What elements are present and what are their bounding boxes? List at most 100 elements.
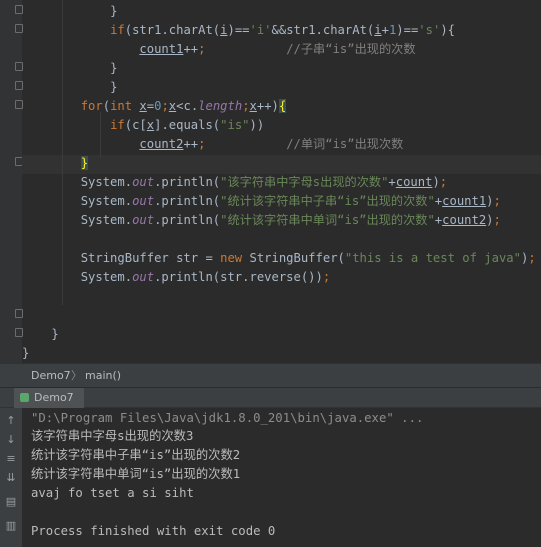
code-token: count2: [442, 213, 487, 227]
code-token: count: [395, 175, 433, 189]
code-token: }: [22, 346, 30, 360]
console-output-line: avaj fo tset a si siht: [31, 486, 194, 500]
code-token: 's': [418, 23, 441, 37]
console-toolbar: ↑ ↓ ≡ ⇊ ▤ ▥: [0, 408, 22, 547]
code-token: out: [132, 175, 155, 189]
breadcrumb-class[interactable]: Demo7: [31, 364, 71, 387]
editor-gutter[interactable]: [0, 0, 23, 363]
code-token: ].equals(: [154, 118, 221, 132]
breadcrumb: Demo7 〉 main(): [0, 363, 541, 387]
print-icon[interactable]: ▤: [5, 496, 17, 508]
code-line[interactable]: System.out.println("统计该字符串中子串“is”出现的次数"+…: [22, 192, 501, 211]
code-token: }: [110, 80, 118, 94]
code-token: ;: [528, 251, 536, 265]
code-token: )==: [227, 23, 250, 37]
code-token: StringBuffer(: [249, 251, 345, 265]
code-token: for: [80, 99, 103, 113]
run-toolwindow-header: Demo7: [0, 387, 541, 408]
code-line[interactable]: if(c[x].equals("is")): [22, 116, 264, 135]
code-line[interactable]: }: [22, 325, 58, 344]
code-token: x: [249, 99, 257, 113]
breadcrumb-method[interactable]: main(): [85, 364, 121, 387]
arrow-down-icon[interactable]: ↓: [5, 434, 17, 446]
code-line[interactable]: for(int x=0;x<c.length;x++){: [22, 97, 287, 116]
code-token: System.: [80, 270, 133, 284]
code-token: }: [110, 4, 118, 18]
code-token: <c.: [176, 99, 199, 113]
code-token: +: [388, 175, 396, 189]
code-line[interactable]: if(str1.charAt(i)=='i'&&str1.charAt(i+1)…: [22, 21, 455, 40]
code-token: )==: [396, 23, 419, 37]
code-token: x: [139, 99, 147, 113]
code-token: ): [486, 194, 494, 208]
code-token: (c[: [124, 118, 147, 132]
code-editor[interactable]: } if(str1.charAt(i)=='i'&&str1.charAt(i+…: [0, 0, 541, 363]
console-output-line: 统计该字符串中子串“is”出现的次数2: [31, 448, 241, 462]
code-token: out: [132, 270, 155, 284]
scroll-to-end-icon[interactable]: ⇊: [5, 472, 17, 484]
code-token: .println(: [154, 194, 221, 208]
code-token: StringBuffer str =: [80, 251, 221, 265]
console-command: "D:\Program Files\Java\jdk1.8.0_201\bin\…: [31, 411, 424, 425]
console-panel[interactable]: ↑ ↓ ≡ ⇊ ▤ ▥ "D:\Program Files\Java\jdk1.…: [0, 408, 541, 547]
code-token: ;: [493, 213, 501, 227]
code-token: "this is a test of java": [344, 251, 521, 265]
code-line[interactable]: }: [22, 59, 117, 78]
code-token: //单词“is”出现次数: [286, 137, 404, 151]
code-line[interactable]: System.out.println(str.reverse());: [22, 268, 331, 287]
code-token: if: [110, 23, 125, 37]
code-token: x: [146, 118, 155, 132]
code-token: "统计该字符串中子串“is”出现的次数": [220, 194, 435, 208]
code-token: System.: [80, 213, 133, 227]
code-token: int: [110, 99, 140, 113]
code-token: ;: [161, 99, 169, 113]
code-token: 'i': [249, 23, 272, 37]
fold-marker-icon[interactable]: [15, 309, 23, 318]
code-line[interactable]: }: [22, 78, 117, 97]
code-token: (str1.charAt(: [124, 23, 221, 37]
code-token: ++: [183, 137, 199, 151]
arrow-up-icon[interactable]: ↑: [5, 415, 17, 427]
code-token: "该字符串中字母s出现的次数": [220, 175, 389, 189]
soft-wrap-icon[interactable]: ≡: [5, 453, 17, 465]
code-token: System.: [80, 175, 133, 189]
code-token: ;: [322, 270, 331, 284]
run-config-icon: [20, 393, 29, 402]
code-token: length: [198, 99, 243, 113]
code-token: "统计该字符串中单词“is”出现的次数": [220, 213, 435, 227]
code-line[interactable]: }: [22, 2, 117, 21]
code-line[interactable]: System.out.println("统计该字符串中单词“is”出现的次数"+…: [22, 211, 501, 230]
run-tab[interactable]: Demo7: [14, 388, 84, 408]
code-token: ++): [256, 99, 279, 113]
code-token: }: [110, 61, 118, 75]
code-token: if: [110, 118, 125, 132]
code-line[interactable]: count1++; //子串“is”出现的次数: [22, 40, 416, 59]
code-token: &&str1.charAt(: [271, 23, 375, 37]
code-token: new: [220, 251, 250, 265]
code-token: ;: [439, 175, 448, 189]
code-token: )): [249, 118, 265, 132]
code-token: out: [132, 194, 155, 208]
code-token: ): [486, 213, 494, 227]
code-line[interactable]: System.out.println("该字符串中字母s出现的次数"+count…: [22, 173, 447, 192]
code-token: System.: [80, 194, 133, 208]
code-token: ;: [242, 99, 250, 113]
code-token: .println(: [154, 213, 221, 227]
run-tab-label: Demo7: [34, 391, 74, 404]
code-token: ++: [183, 42, 199, 56]
breadcrumb-separator-icon: 〉: [71, 369, 82, 382]
code-line[interactable]: StringBuffer str = new StringBuffer("thi…: [22, 249, 536, 268]
code-token: ): [432, 175, 440, 189]
trash-icon[interactable]: ▥: [5, 520, 17, 532]
code-token: count1: [139, 42, 184, 56]
code-token: {: [278, 99, 287, 113]
code-token: //子串“is”出现的次数: [286, 42, 416, 56]
code-line[interactable]: }: [22, 344, 29, 363]
console-exit-message: Process finished with exit code 0: [31, 524, 276, 538]
code-line[interactable]: count2++; //单词“is”出现次数: [22, 135, 403, 154]
code-token: .println(: [154, 175, 221, 189]
code-token: +: [381, 23, 389, 37]
code-line[interactable]: }: [22, 154, 89, 173]
